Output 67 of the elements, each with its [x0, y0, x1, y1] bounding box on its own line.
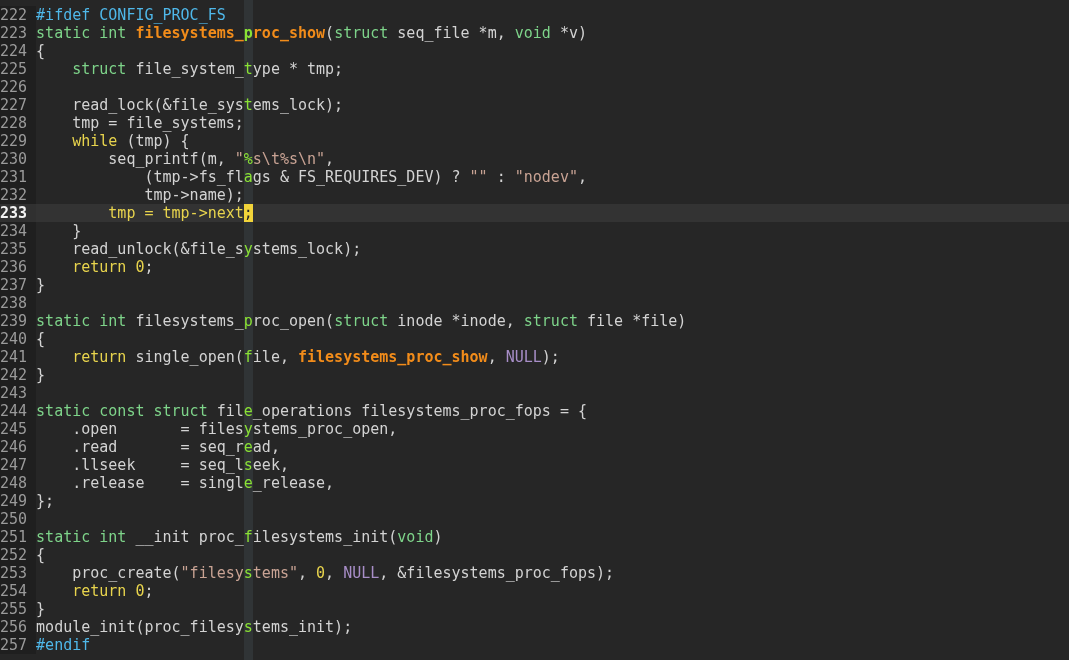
line-number: 242	[0, 366, 37, 384]
line-number: 225	[0, 60, 37, 78]
line-number: 235	[0, 240, 37, 258]
code-line: proc_create("filesystems", 0, NULL, &filesystems_proc_fops);	[71, 564, 616, 582]
line-number: 234	[0, 222, 37, 240]
line-number: 251	[0, 528, 37, 546]
code-line: {	[36, 330, 47, 348]
code-line: read_lock(&file_systems_lock);	[71, 96, 345, 114]
code-line: {	[36, 42, 47, 60]
line-number: 253	[0, 564, 37, 582]
line-number: 229	[0, 132, 37, 150]
line-number: 248	[0, 474, 37, 492]
line-number: 245	[0, 420, 37, 438]
code-line: tmp = file_systems;	[71, 114, 245, 132]
line-number: 223	[0, 24, 37, 42]
line-number: 222	[0, 6, 37, 24]
line-number: 246	[0, 438, 37, 456]
line-number: 238	[0, 294, 37, 312]
line-number: 244	[0, 402, 37, 420]
code-line: return single_open(file, filesystems_proc_show, NULL);	[71, 348, 561, 366]
code-line: (tmp->fs_flags & FS_REQUIRES_DEV) ? "" : "nodev",	[143, 168, 588, 186]
code-line: .read = seq_read,	[71, 438, 281, 456]
line-number: 243	[0, 384, 37, 402]
line-number: 255	[0, 600, 37, 618]
code-line: static int filesystems_proc_open(struct inode *inode, struct file *file)	[36, 312, 688, 330]
line-number: 241	[0, 348, 37, 366]
code-line: return 0;	[71, 258, 155, 276]
code-line: .open = filesystems_proc_open,	[71, 420, 399, 438]
line-number: 249	[0, 492, 37, 510]
code-line: tmp->name);	[143, 186, 245, 204]
code-line: .llseek = seq_lseek,	[71, 456, 290, 474]
code-line: .release = single_release,	[71, 474, 336, 492]
line-number: 252	[0, 546, 37, 564]
line-number: 247	[0, 456, 37, 474]
line-number: 254	[0, 582, 37, 600]
line-number: 230	[0, 150, 37, 168]
code-line: };	[36, 492, 56, 510]
code-line: static const struct file_operations filesystems_proc_fops = {	[36, 402, 588, 420]
line-number: 236	[0, 258, 37, 276]
line-number: 256	[0, 618, 37, 636]
code-line: }	[71, 222, 83, 240]
line-number: 240	[0, 330, 37, 348]
line-number: 224	[0, 42, 37, 60]
code-line: while (tmp) {	[71, 132, 191, 150]
line-number: 228	[0, 114, 37, 132]
code-line: static int __init proc_filesystems_init(void)	[36, 528, 444, 546]
code-line: {	[36, 546, 47, 564]
code-line: struct file_system_type * tmp;	[71, 60, 345, 78]
code-line: }	[36, 600, 47, 618]
line-number: 227	[0, 96, 37, 114]
code-line: read_unlock(&file_systems_lock);	[71, 240, 363, 258]
code-line: #endif	[36, 636, 92, 654]
line-number: 250	[0, 510, 37, 528]
line-number: 232	[0, 186, 37, 204]
code-line: }	[36, 366, 47, 384]
line-number: 237	[0, 276, 37, 294]
code-line: }	[36, 276, 47, 294]
code-line: static int filesystems_proc_show(struct seq_file *m, void *v)	[36, 24, 588, 42]
line-number: 257	[0, 636, 37, 654]
code-line: return 0;	[71, 582, 155, 600]
line-number: 233	[0, 204, 37, 222]
line-number: 231	[0, 168, 37, 186]
code-line: #ifdef CONFIG_PROC_FS	[36, 6, 227, 24]
code-line: module_init(proc_filesystems_init);	[36, 618, 354, 636]
line-number: 239	[0, 312, 37, 330]
line-number: 226	[0, 78, 37, 96]
code-line: seq_printf(m, "%s\t%s\n",	[107, 150, 336, 168]
